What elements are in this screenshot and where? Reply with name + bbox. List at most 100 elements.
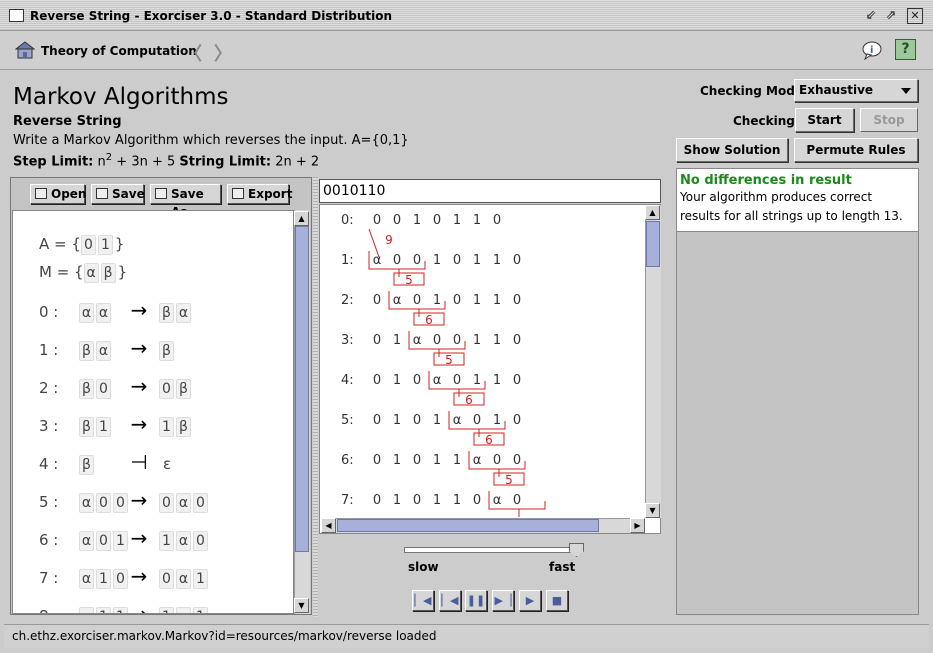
step-back-icon[interactable]: ▏◀ — [412, 590, 434, 611]
help-balloon-icon[interactable]: i — [861, 40, 883, 60]
rule-symbol[interactable]: 0 — [159, 569, 174, 589]
rule-symbol[interactable]: 0 — [96, 493, 111, 513]
speed-slider-knob[interactable] — [569, 543, 584, 557]
step-symbol: 1 — [473, 213, 481, 228]
rule-symbol[interactable]: α — [96, 341, 111, 361]
window-title: Reverse String - Exorciser 3.0 - Standar… — [30, 9, 393, 23]
step-forward-icon[interactable]: ▶▕ — [492, 590, 514, 611]
rule-symbol[interactable]: α — [79, 607, 94, 613]
result-message: No differences in result Your algorithm … — [676, 168, 919, 232]
applied-rule-number: 6 — [485, 433, 493, 447]
input-string-field[interactable]: 0010110 — [319, 179, 661, 203]
rule-symbol[interactable]: β — [79, 417, 94, 437]
help-question-icon[interactable]: ? — [895, 39, 916, 60]
rule-symbol[interactable]: β — [79, 341, 94, 361]
step-symbol: 0 — [513, 453, 521, 468]
applied-rule-number: 6 — [425, 313, 433, 327]
rule-symbol[interactable]: 0 — [159, 379, 174, 399]
back-arrow-icon[interactable]: 〈 — [184, 40, 202, 66]
rule-symbol[interactable]: 1 — [159, 417, 174, 437]
maximize-icon[interactable]: ⇗ — [883, 8, 899, 24]
scroll-down-icon[interactable]: ▼ — [645, 503, 660, 518]
rule-row[interactable]: 5 : α 0 0 → 0 α 0 — [39, 489, 210, 513]
rule-symbol[interactable]: α — [79, 493, 94, 513]
rule-row[interactable]: 6 : α 0 1 → 1 α 0 — [39, 527, 210, 551]
scroll-right-icon[interactable]: ▶ — [630, 518, 645, 533]
rule-symbol[interactable]: 0 — [193, 493, 208, 513]
rule-symbol[interactable]: 1 — [96, 417, 111, 437]
show-solution-button[interactable]: Show Solution — [676, 138, 788, 162]
play-icon[interactable]: ▶ — [519, 590, 541, 611]
checking-mode-label: Checking Mode: — [700, 84, 808, 98]
rule-row[interactable]: 8 :α11→1α1 — [39, 603, 210, 613]
rule-symbol[interactable]: α — [176, 303, 191, 323]
start-button[interactable]: Start — [795, 108, 854, 132]
rule-symbol[interactable]: 0 — [193, 531, 208, 551]
rule-lhs: α01 — [79, 529, 128, 551]
breadcrumb[interactable]: Theory of Computation — [41, 44, 197, 58]
rule-row[interactable]: 4 : β ⊣ ε — [39, 451, 171, 475]
trace-vscroll-thumb[interactable] — [646, 221, 660, 267]
rule-symbol[interactable]: β — [79, 379, 94, 399]
forward-arrow-icon[interactable]: 〉 — [214, 40, 232, 66]
rule-symbol[interactable]: α — [79, 569, 94, 589]
step-symbol: 1 — [493, 413, 501, 428]
trace-hscroll-thumb[interactable] — [337, 519, 599, 532]
open-button[interactable]: Open — [30, 184, 86, 204]
rule-symbol[interactable]: 1 — [96, 607, 111, 613]
rule-symbol[interactable]: β — [176, 417, 191, 437]
rule-symbol[interactable]: α — [79, 531, 94, 551]
rule-symbol[interactable]: 1 — [96, 569, 111, 589]
rule-symbol[interactable]: 0 — [96, 379, 111, 399]
pause-icon[interactable]: ❚❚ — [465, 590, 487, 611]
scroll-down-icon[interactable]: ▼ — [294, 598, 309, 613]
rule-row[interactable]: 2 : β 0 → 0 β — [39, 375, 193, 399]
rule-symbol[interactable]: α — [176, 493, 191, 513]
export-button[interactable]: Export — [227, 184, 292, 204]
rule-row[interactable]: 7 : α 1 0 → 0 α 1 — [39, 565, 210, 589]
minimize-icon[interactable]: ⇙ — [863, 8, 879, 24]
scroll-up-icon[interactable]: ▲ — [645, 205, 660, 220]
permute-rules-button[interactable]: Permute Rules — [794, 138, 918, 162]
rule-symbol[interactable]: α — [176, 531, 191, 551]
rule-row[interactable]: 3 : β 1 → 1 β — [39, 413, 193, 437]
scroll-left-icon[interactable]: ◀ — [321, 518, 336, 533]
rule-symbol[interactable]: 1 — [193, 569, 208, 589]
split-divider[interactable] — [313, 177, 318, 617]
rule-symbol[interactable]: α — [176, 569, 191, 589]
rule-symbol[interactable]: 0 — [96, 531, 111, 551]
rule-symbol[interactable]: α — [176, 607, 191, 613]
save-button[interactable]: Save — [91, 184, 145, 204]
rule-row[interactable]: 1 : β α → β — [39, 337, 176, 361]
step-symbol: 0 — [373, 373, 381, 388]
rule-symbol[interactable]: α — [79, 303, 94, 323]
rule-row[interactable]: 0 : α α → β α — [39, 298, 193, 323]
save-as-button[interactable]: Save As — [150, 184, 221, 219]
step-symbol: 1 — [473, 333, 481, 348]
step-symbol: 0 — [513, 293, 521, 308]
rule-index: 4 : — [39, 455, 59, 473]
disk-icon — [155, 188, 167, 199]
step-label: 0: — [341, 213, 354, 228]
stop-icon[interactable]: ■ — [546, 590, 568, 611]
speed-slider-track[interactable] — [404, 547, 580, 553]
rule-list-scroll-thumb[interactable] — [295, 226, 309, 552]
open-folder-icon — [35, 188, 47, 199]
rule-symbol[interactable]: α — [96, 303, 111, 323]
rule-symbol[interactable]: β — [159, 303, 174, 323]
checking-mode-select[interactable]: Exhaustive — [794, 79, 918, 102]
rule-symbol[interactable]: 1 — [159, 531, 174, 551]
scroll-up-icon[interactable]: ▲ — [294, 211, 309, 226]
rule-symbol[interactable]: β — [159, 341, 174, 361]
rule-list[interactable]: A = {0 1} M = {α β} 0 : α α → β α 1 : β α → β 2 : β 0 → 0… — [12, 210, 294, 614]
close-icon[interactable]: ✕ — [907, 8, 923, 24]
rule-symbol[interactable]: 0 — [159, 493, 174, 513]
rule-symbol[interactable]: 1 — [159, 607, 174, 613]
arrow-icon: → — [130, 298, 148, 322]
rule-symbol[interactable]: ε — [163, 455, 171, 473]
rule-symbol[interactable]: 1 — [193, 607, 208, 613]
rule-symbol[interactable]: β — [176, 379, 191, 399]
home-icon[interactable] — [15, 41, 35, 59]
rewind-icon[interactable]: ▏◀ — [439, 590, 461, 611]
rule-symbol[interactable]: β — [79, 455, 94, 475]
